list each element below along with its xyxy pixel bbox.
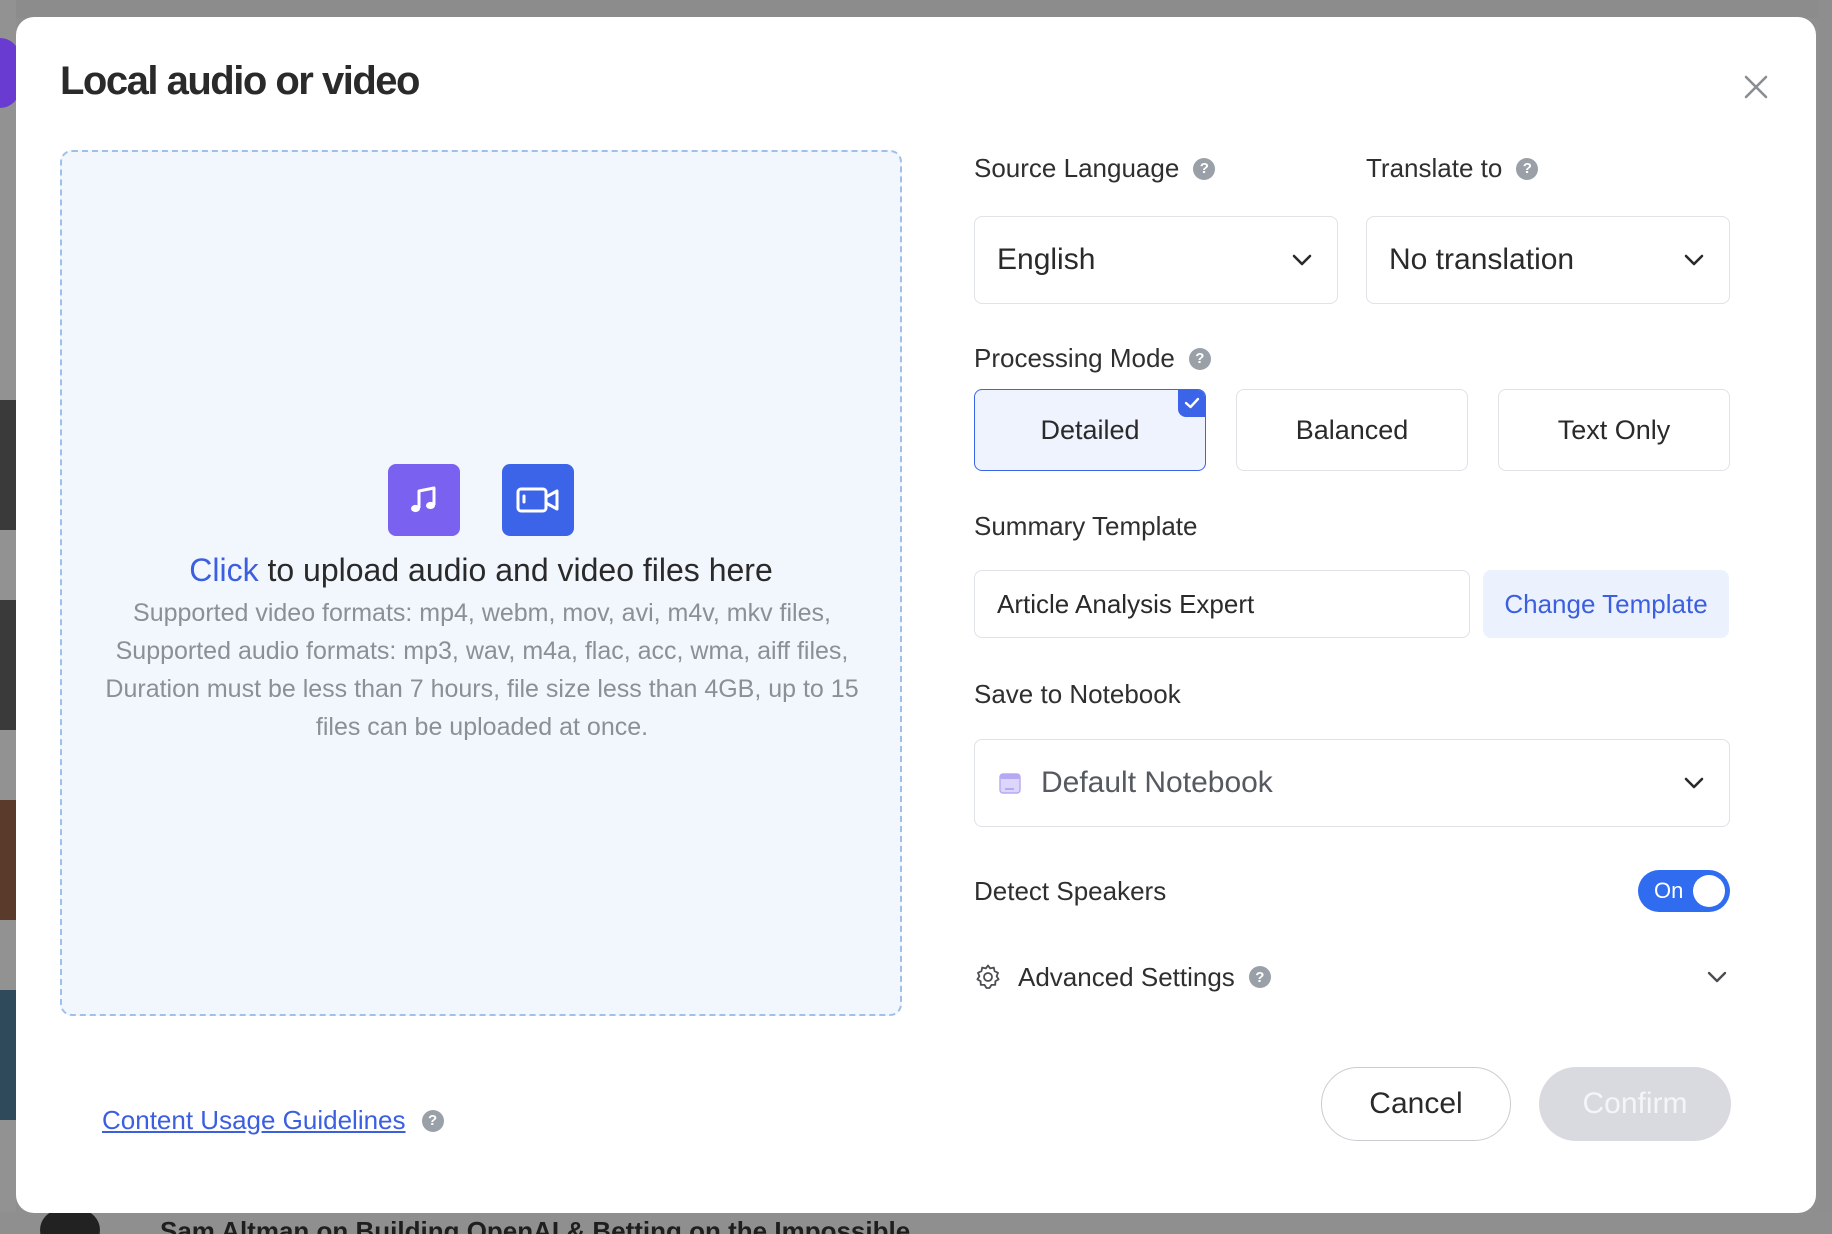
- source-language-value: English: [997, 243, 1096, 276]
- upload-dropzone[interactable]: Click to upload audio and video files he…: [60, 150, 902, 1016]
- video-upload-tile: [502, 464, 574, 536]
- check-icon: [1178, 390, 1205, 417]
- source-language-label: Source Language ?: [974, 153, 1216, 184]
- mode-option-label: Text Only: [1557, 414, 1671, 445]
- upload-headline-text: to upload audio and video files here: [258, 552, 773, 588]
- background-thumbnail: [0, 990, 16, 1120]
- translate-to-label-text: Translate to: [1366, 153, 1503, 183]
- background-thumbnail: [0, 600, 16, 730]
- video-camera-icon: [516, 487, 559, 513]
- advanced-settings-label: Advanced Settings: [1018, 961, 1235, 992]
- summary-template-value: Article Analysis Expert: [997, 588, 1255, 619]
- save-to-notebook-label: Save to Notebook: [974, 679, 1181, 710]
- toggle-state-label: On: [1654, 878, 1684, 903]
- content-guidelines: Content Usage Guidelines ?: [102, 1105, 444, 1136]
- background-top-strip: [0, 0, 1832, 18]
- background-right-strip: [1818, 0, 1832, 1234]
- background-left-strip: [0, 0, 16, 1234]
- mode-option-text-only[interactable]: Text Only: [1498, 389, 1730, 471]
- close-icon: [1744, 75, 1768, 99]
- notebook-icon: [999, 773, 1021, 794]
- change-template-button[interactable]: Change Template: [1483, 570, 1729, 638]
- help-icon[interactable]: ?: [421, 1109, 444, 1132]
- gear-icon: [976, 964, 1000, 989]
- background-thumbnail: [0, 800, 16, 920]
- mode-option-detailed[interactable]: Detailed: [974, 389, 1206, 471]
- notebook-select[interactable]: Default Notebook: [974, 739, 1730, 827]
- source-language-select[interactable]: English: [974, 216, 1338, 304]
- cancel-button[interactable]: Cancel: [1321, 1067, 1511, 1141]
- confirm-button[interactable]: Confirm: [1539, 1067, 1731, 1141]
- detect-speakers-label-text: Detect Speakers: [974, 876, 1167, 906]
- detect-speakers-label: Detect Speakers: [974, 876, 1166, 907]
- toggle-knob: [1693, 875, 1725, 907]
- save-to-notebook-label-text: Save to Notebook: [974, 679, 1181, 709]
- content-guidelines-link[interactable]: Content Usage Guidelines: [102, 1105, 406, 1136]
- chevron-down-icon: [1684, 777, 1704, 789]
- upload-click-link[interactable]: Click: [189, 552, 258, 588]
- dialog-title: Local audio or video: [60, 59, 420, 103]
- help-icon[interactable]: ?: [1188, 347, 1211, 370]
- upload-headline: Click to upload audio and video files he…: [62, 552, 900, 589]
- summary-template-field[interactable]: Article Analysis Expert: [974, 570, 1470, 638]
- help-icon[interactable]: ?: [1248, 966, 1271, 988]
- detect-speakers-toggle[interactable]: On: [1638, 870, 1730, 912]
- background-video-title: Sam Altman on Building OpenAI & Betting …: [160, 1216, 911, 1234]
- audio-upload-tile: [388, 464, 460, 536]
- processing-mode-label-text: Processing Mode: [974, 343, 1175, 373]
- notebook-value: Default Notebook: [1041, 766, 1273, 799]
- upload-icons: [62, 464, 900, 536]
- chevron-down-icon: [1684, 254, 1704, 266]
- upload-description: Supported video formats: mp4, webm, mov,…: [105, 599, 859, 741]
- translate-to-select[interactable]: No translation: [1366, 216, 1730, 304]
- mode-option-label: Detailed: [1040, 414, 1140, 445]
- chevron-down-icon: [1292, 254, 1312, 266]
- translate-to-value: No translation: [1389, 243, 1575, 276]
- background-thumbnail: [0, 400, 16, 530]
- mode-option-balanced[interactable]: Balanced: [1236, 389, 1468, 471]
- background-video-avatar: [40, 1210, 100, 1234]
- help-icon[interactable]: ?: [1193, 157, 1216, 180]
- chevron-down-icon: [1707, 971, 1727, 983]
- source-language-label-text: Source Language: [974, 153, 1180, 183]
- processing-mode-label: Processing Mode ?: [974, 343, 1211, 374]
- music-note-icon: [411, 486, 436, 513]
- close-button[interactable]: [1738, 69, 1774, 105]
- upload-dialog: Local audio or video Click to upload aud…: [16, 17, 1816, 1213]
- summary-template-label: Summary Template: [974, 511, 1198, 542]
- help-icon[interactable]: ?: [1516, 157, 1539, 180]
- mode-option-label: Balanced: [1295, 414, 1409, 445]
- translate-to-label: Translate to ?: [1366, 153, 1539, 184]
- summary-template-label-text: Summary Template: [974, 511, 1198, 541]
- advanced-settings-toggle[interactable]: Advanced Settings ?: [974, 957, 1730, 997]
